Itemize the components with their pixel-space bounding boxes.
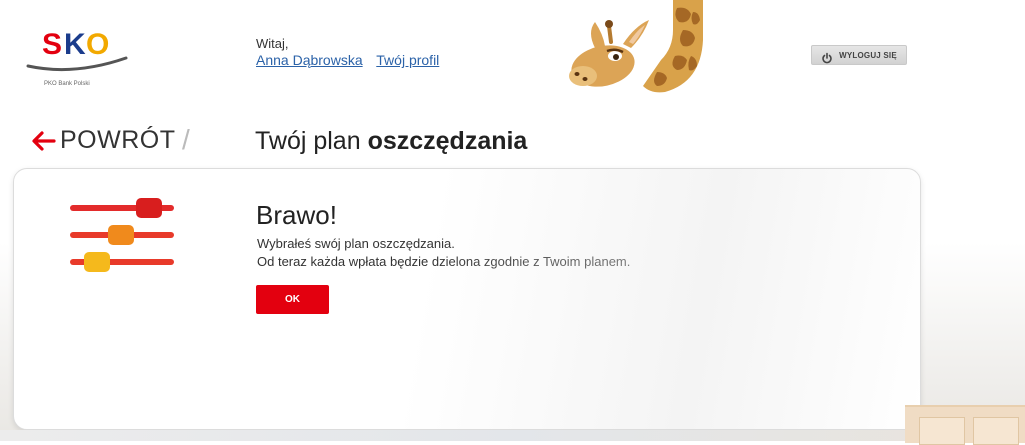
- back-label: POWRÓT: [60, 126, 176, 154]
- card-heading: Brawo!: [256, 200, 337, 230]
- decorative-shelf: [905, 405, 1025, 445]
- user-name-link[interactable]: Anna Dąbrowska: [256, 52, 363, 68]
- page-title-regular: Twój plan: [255, 127, 368, 155]
- sliders-icon: [68, 197, 178, 277]
- giraffe-mascot-image: [565, 0, 715, 100]
- bottom-background-strip: [0, 430, 1025, 441]
- back-button[interactable]: POWRÓT: [30, 126, 176, 155]
- sko-logo-mark: S K O: [26, 28, 128, 72]
- logout-label: WYLOGUJ SIĘ: [839, 50, 897, 60]
- power-icon: [821, 49, 833, 64]
- svg-text:K: K: [64, 28, 86, 61]
- ok-button[interactable]: OK: [256, 285, 329, 314]
- back-arrow-icon: [30, 130, 56, 152]
- card-message-line-2: Od teraz każda wpłata będzie dzielona zg…: [257, 254, 631, 269]
- breadcrumb-separator: /: [182, 124, 190, 155]
- page-title-bold: oszczędzania: [367, 127, 528, 155]
- sko-logo[interactable]: S K O PKO Bank Polski: [24, 20, 134, 95]
- svg-text:S: S: [42, 28, 62, 61]
- greeting-text: Witaj,: [256, 36, 289, 51]
- card-message-line-1: Wybrałeś swój plan oszczędzania.: [257, 236, 455, 251]
- confirmation-card: Brawo! Wybrałeś swój plan oszczędzania. …: [13, 168, 921, 430]
- logout-button[interactable]: WYLOGUJ SIĘ: [811, 45, 907, 65]
- user-greeting: Witaj, Anna Dąbrowska Twój profil: [256, 37, 449, 69]
- profile-link[interactable]: Twój profil: [376, 52, 439, 68]
- page-title: Twój plan oszczędzania: [255, 127, 527, 156]
- svg-text:O: O: [86, 28, 109, 61]
- logo-subtitle: PKO Bank Polski: [44, 81, 90, 87]
